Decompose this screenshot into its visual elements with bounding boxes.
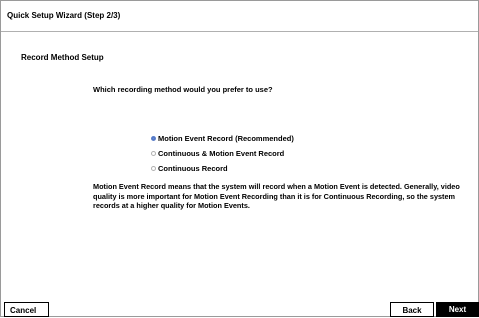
option-continuous-record[interactable]: Continuous Record	[151, 161, 294, 176]
radio-unselected-icon[interactable]	[151, 166, 156, 171]
question-text: Which recording method would you prefer …	[93, 85, 273, 94]
option-label: Continuous Record	[158, 164, 228, 173]
back-button[interactable]: Back	[390, 302, 434, 317]
option-continuous-and-motion-event-record[interactable]: Continuous & Motion Event Record	[151, 146, 294, 161]
option-label: Motion Event Record (Recommended)	[158, 134, 294, 143]
setup-wizard-window: Quick Setup Wizard (Step 2/3) Record Met…	[0, 0, 479, 317]
option-label: Continuous & Motion Event Record	[158, 149, 285, 158]
radio-unselected-icon[interactable]	[151, 151, 156, 156]
cancel-button[interactable]: Cancel	[4, 302, 49, 317]
record-method-options: Motion Event Record (Recommended) Contin…	[151, 131, 294, 176]
wizard-title: Quick Setup Wizard (Step 2/3)	[7, 11, 121, 20]
next-button[interactable]: Next	[436, 302, 479, 317]
radio-selected-icon[interactable]	[151, 136, 156, 141]
option-motion-event-record[interactable]: Motion Event Record (Recommended)	[151, 131, 294, 146]
description-text: Motion Event Record means that the syste…	[93, 182, 460, 210]
section-title: Record Method Setup	[21, 53, 104, 62]
title-bar: Quick Setup Wizard (Step 2/3)	[1, 1, 478, 32]
